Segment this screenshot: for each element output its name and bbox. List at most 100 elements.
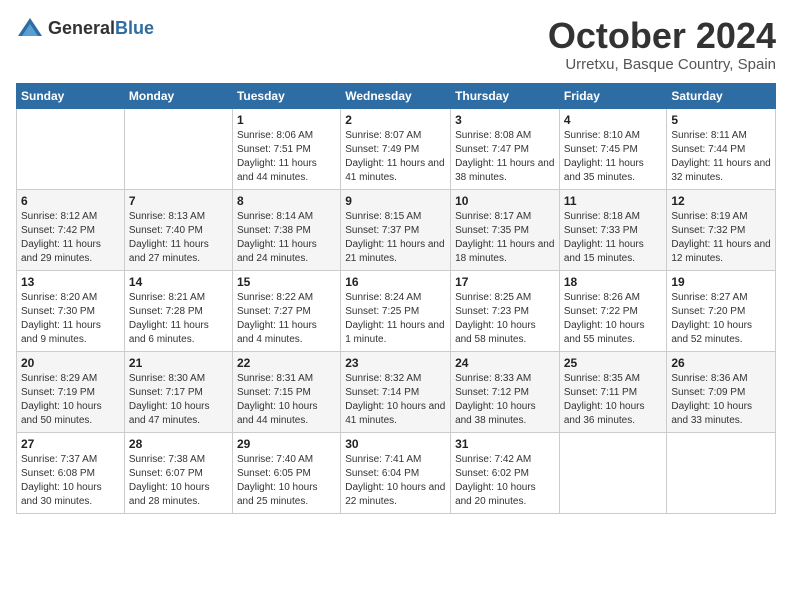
day-number: 16 bbox=[345, 275, 446, 289]
day-info: Sunrise: 8:20 AM Sunset: 7:30 PM Dayligh… bbox=[21, 291, 120, 347]
day-info: Sunrise: 8:07 AM Sunset: 7:49 PM Dayligh… bbox=[345, 129, 446, 185]
day-number: 17 bbox=[455, 275, 555, 289]
day-info: Sunrise: 8:24 AM Sunset: 7:25 PM Dayligh… bbox=[345, 291, 446, 347]
calendar-cell: 5 Sunrise: 8:11 AM Sunset: 7:44 PM Daylig… bbox=[667, 108, 776, 189]
day-number: 20 bbox=[21, 356, 120, 370]
day-number: 26 bbox=[671, 356, 771, 370]
day-info: Sunrise: 8:06 AM Sunset: 7:51 PM Dayligh… bbox=[237, 129, 336, 185]
calendar-cell: 14 Sunrise: 8:21 AM Sunset: 7:28 PM Dayli… bbox=[124, 270, 232, 351]
calendar-week-row: 1 Sunrise: 8:06 AM Sunset: 7:51 PM Daylig… bbox=[17, 108, 776, 189]
day-info: Sunrise: 7:37 AM Sunset: 6:08 PM Dayligh… bbox=[21, 453, 120, 509]
day-number: 28 bbox=[129, 437, 228, 451]
day-info: Sunrise: 8:21 AM Sunset: 7:28 PM Dayligh… bbox=[129, 291, 228, 347]
calendar-header-saturday: Saturday bbox=[667, 83, 776, 108]
day-number: 14 bbox=[129, 275, 228, 289]
calendar-cell: 31 Sunrise: 7:42 AM Sunset: 6:02 PM Dayli… bbox=[451, 432, 560, 513]
calendar-cell: 17 Sunrise: 8:25 AM Sunset: 7:23 PM Dayli… bbox=[451, 270, 560, 351]
day-number: 13 bbox=[21, 275, 120, 289]
calendar-cell: 19Sunrise: 8:27 AM Sunset: 7:20 PM Dayli… bbox=[667, 270, 776, 351]
calendar-cell bbox=[559, 432, 667, 513]
day-number: 31 bbox=[455, 437, 555, 451]
calendar-week-row: 20 Sunrise: 8:29 AM Sunset: 7:19 PM Dayli… bbox=[17, 351, 776, 432]
calendar-cell: 12 Sunrise: 8:19 AM Sunset: 7:32 PM Dayli… bbox=[667, 189, 776, 270]
day-info: Sunrise: 8:30 AM Sunset: 7:17 PM Dayligh… bbox=[129, 372, 228, 428]
calendar-header-thursday: Thursday bbox=[451, 83, 560, 108]
day-number: 6 bbox=[21, 194, 120, 208]
calendar-header-monday: Monday bbox=[124, 83, 232, 108]
day-number: 18 bbox=[564, 275, 663, 289]
logo: GeneralBlue bbox=[16, 16, 154, 40]
calendar-cell: 3Sunrise: 8:08 AM Sunset: 7:47 PM Daylig… bbox=[451, 108, 560, 189]
day-number: 25 bbox=[564, 356, 663, 370]
calendar-cell: 21 Sunrise: 8:30 AM Sunset: 7:17 PM Dayli… bbox=[124, 351, 232, 432]
calendar-header-friday: Friday bbox=[559, 83, 667, 108]
day-number: 21 bbox=[129, 356, 228, 370]
day-number: 30 bbox=[345, 437, 446, 451]
calendar-cell: 7 Sunrise: 8:13 AM Sunset: 7:40 PM Daylig… bbox=[124, 189, 232, 270]
calendar-cell: 28 Sunrise: 7:38 AM Sunset: 6:07 PM Dayli… bbox=[124, 432, 232, 513]
day-info: Sunrise: 8:32 AM Sunset: 7:14 PM Dayligh… bbox=[345, 372, 446, 428]
day-info: Sunrise: 8:10 AM Sunset: 7:45 PM Dayligh… bbox=[564, 129, 663, 185]
day-info: Sunrise: 8:15 AM Sunset: 7:37 PM Dayligh… bbox=[345, 210, 446, 266]
day-number: 7 bbox=[129, 194, 228, 208]
calendar-cell: 27 Sunrise: 7:37 AM Sunset: 6:08 PM Dayli… bbox=[17, 432, 125, 513]
day-info: Sunrise: 8:19 AM Sunset: 7:32 PM Dayligh… bbox=[671, 210, 771, 266]
logo-icon bbox=[16, 16, 44, 40]
day-info: Sunrise: 8:14 AM Sunset: 7:38 PM Dayligh… bbox=[237, 210, 336, 266]
calendar-week-row: 6Sunrise: 8:12 AM Sunset: 7:42 PM Daylig… bbox=[17, 189, 776, 270]
calendar-cell: 13 Sunrise: 8:20 AM Sunset: 7:30 PM Dayli… bbox=[17, 270, 125, 351]
calendar-header-tuesday: Tuesday bbox=[232, 83, 340, 108]
location-title: Urretxu, Basque Country, Spain bbox=[548, 56, 776, 73]
day-info: Sunrise: 8:13 AM Sunset: 7:40 PM Dayligh… bbox=[129, 210, 228, 266]
calendar-cell: 8 Sunrise: 8:14 AM Sunset: 7:38 PM Daylig… bbox=[232, 189, 340, 270]
day-number: 12 bbox=[671, 194, 771, 208]
calendar-cell: 23 Sunrise: 8:32 AM Sunset: 7:14 PM Dayli… bbox=[341, 351, 451, 432]
day-info: Sunrise: 7:41 AM Sunset: 6:04 PM Dayligh… bbox=[345, 453, 446, 509]
day-info: Sunrise: 8:11 AM Sunset: 7:44 PM Dayligh… bbox=[671, 129, 771, 185]
calendar-cell: 15 Sunrise: 8:22 AM Sunset: 7:27 PM Dayli… bbox=[232, 270, 340, 351]
calendar-cell: 4Sunrise: 8:10 AM Sunset: 7:45 PM Daylig… bbox=[559, 108, 667, 189]
day-info: Sunrise: 8:33 AM Sunset: 7:12 PM Dayligh… bbox=[455, 372, 555, 428]
day-number: 2 bbox=[345, 113, 446, 127]
calendar-table: SundayMondayTuesdayWednesdayThursdayFrid… bbox=[16, 83, 776, 514]
calendar-header-sunday: Sunday bbox=[17, 83, 125, 108]
calendar-cell: 26Sunrise: 8:36 AM Sunset: 7:09 PM Dayli… bbox=[667, 351, 776, 432]
calendar-cell: 22 Sunrise: 8:31 AM Sunset: 7:15 PM Dayli… bbox=[232, 351, 340, 432]
day-number: 11 bbox=[564, 194, 663, 208]
day-info: Sunrise: 8:31 AM Sunset: 7:15 PM Dayligh… bbox=[237, 372, 336, 428]
day-number: 22 bbox=[237, 356, 336, 370]
day-info: Sunrise: 8:22 AM Sunset: 7:27 PM Dayligh… bbox=[237, 291, 336, 347]
calendar-cell: 25Sunrise: 8:35 AM Sunset: 7:11 PM Dayli… bbox=[559, 351, 667, 432]
calendar-cell: 9 Sunrise: 8:15 AM Sunset: 7:37 PM Daylig… bbox=[341, 189, 451, 270]
calendar-cell: 29Sunrise: 7:40 AM Sunset: 6:05 PM Dayli… bbox=[232, 432, 340, 513]
calendar-week-row: 13 Sunrise: 8:20 AM Sunset: 7:30 PM Dayli… bbox=[17, 270, 776, 351]
day-info: Sunrise: 7:42 AM Sunset: 6:02 PM Dayligh… bbox=[455, 453, 555, 509]
day-info: Sunrise: 8:25 AM Sunset: 7:23 PM Dayligh… bbox=[455, 291, 555, 347]
day-number: 5 bbox=[671, 113, 771, 127]
calendar-cell: 10Sunrise: 8:17 AM Sunset: 7:35 PM Dayli… bbox=[451, 189, 560, 270]
day-info: Sunrise: 8:26 AM Sunset: 7:22 PM Dayligh… bbox=[564, 291, 663, 347]
day-number: 23 bbox=[345, 356, 446, 370]
calendar-cell: 6Sunrise: 8:12 AM Sunset: 7:42 PM Daylig… bbox=[17, 189, 125, 270]
day-number: 27 bbox=[21, 437, 120, 451]
calendar-cell: 16 Sunrise: 8:24 AM Sunset: 7:25 PM Dayli… bbox=[341, 270, 451, 351]
day-number: 19 bbox=[671, 275, 771, 289]
calendar-cell bbox=[124, 108, 232, 189]
month-title: October 2024 bbox=[548, 16, 776, 56]
day-number: 1 bbox=[237, 113, 336, 127]
day-info: Sunrise: 8:18 AM Sunset: 7:33 PM Dayligh… bbox=[564, 210, 663, 266]
day-info: Sunrise: 7:40 AM Sunset: 6:05 PM Dayligh… bbox=[237, 453, 336, 509]
title-block: October 2024 Urretxu, Basque Country, Sp… bbox=[548, 16, 776, 73]
logo-blue: Blue bbox=[115, 18, 154, 38]
day-info: Sunrise: 7:38 AM Sunset: 6:07 PM Dayligh… bbox=[129, 453, 228, 509]
day-number: 9 bbox=[345, 194, 446, 208]
calendar-cell: 2 Sunrise: 8:07 AM Sunset: 7:49 PM Daylig… bbox=[341, 108, 451, 189]
day-number: 8 bbox=[237, 194, 336, 208]
calendar-cell bbox=[667, 432, 776, 513]
calendar-week-row: 27 Sunrise: 7:37 AM Sunset: 6:08 PM Dayli… bbox=[17, 432, 776, 513]
day-info: Sunrise: 8:29 AM Sunset: 7:19 PM Dayligh… bbox=[21, 372, 120, 428]
calendar-cell: 18 Sunrise: 8:26 AM Sunset: 7:22 PM Dayli… bbox=[559, 270, 667, 351]
calendar-cell: 11 Sunrise: 8:18 AM Sunset: 7:33 PM Dayli… bbox=[559, 189, 667, 270]
day-number: 15 bbox=[237, 275, 336, 289]
calendar-cell: 20 Sunrise: 8:29 AM Sunset: 7:19 PM Dayli… bbox=[17, 351, 125, 432]
